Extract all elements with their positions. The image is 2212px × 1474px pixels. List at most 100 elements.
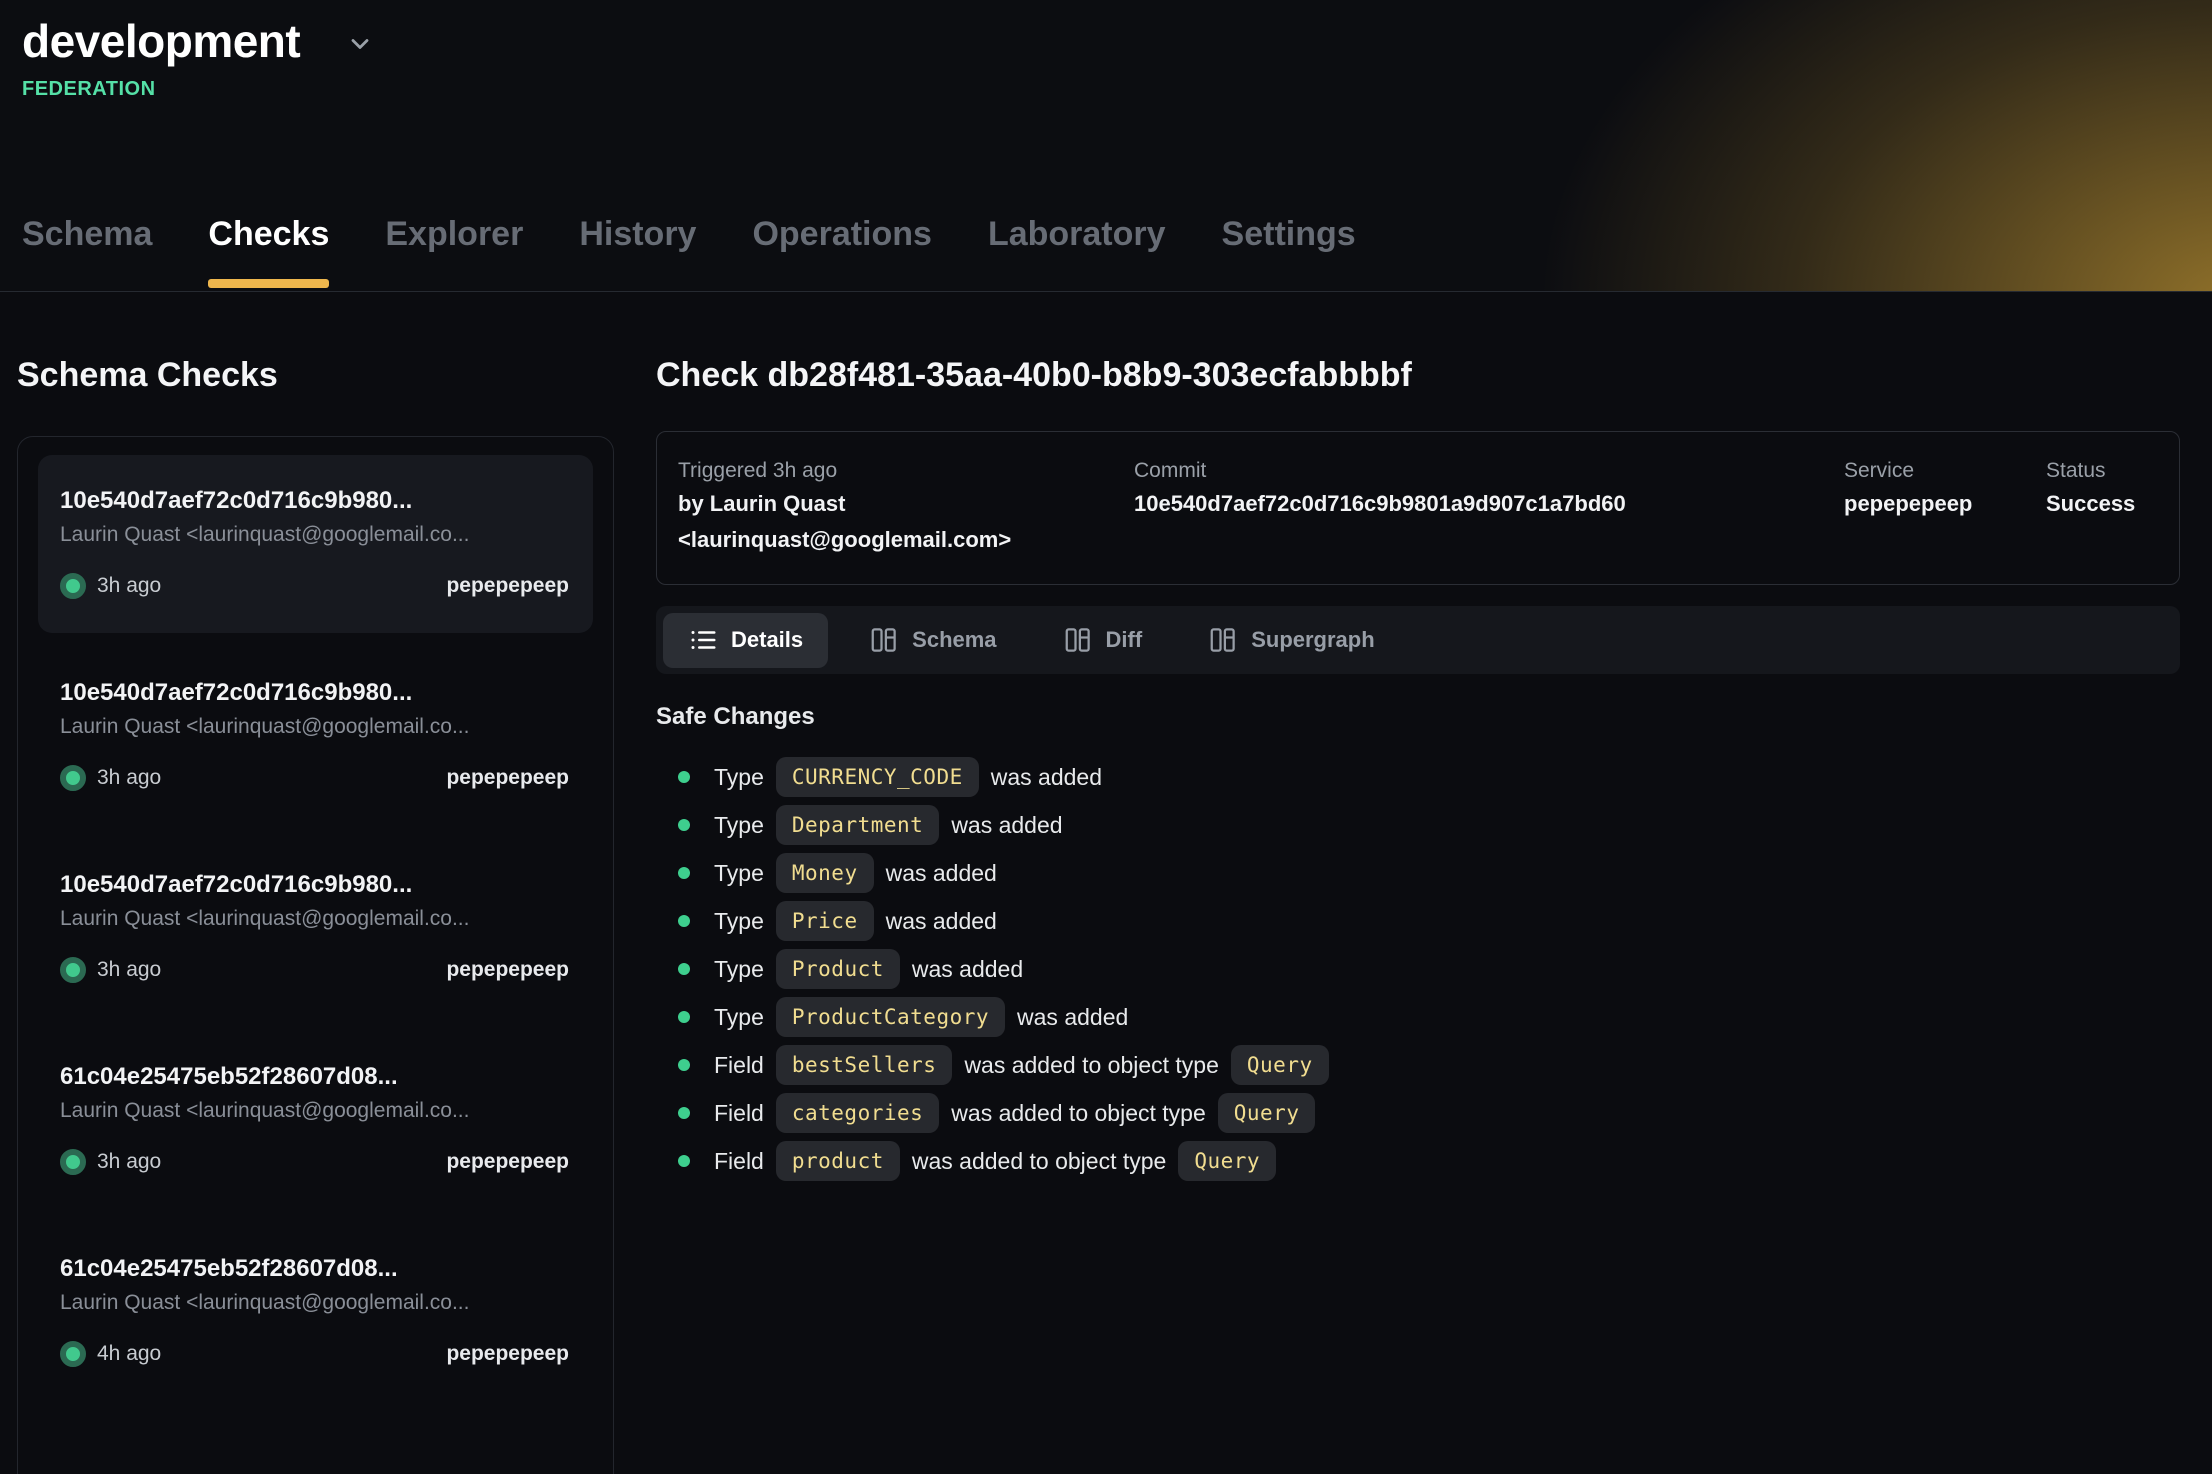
tab-laboratory[interactable]: Laboratory — [988, 214, 1166, 291]
checks-list: 10e540d7aef72c0d716c9b980... Laurin Quast… — [17, 436, 614, 1474]
change-row: Fieldproductwas added to object typeQuer… — [656, 1137, 2180, 1185]
meta-triggered-label: Triggered 3h ago — [678, 456, 1134, 486]
main-nav: Schema Checks Explorer History Operations Lab… — [22, 214, 2212, 291]
change-row: TypeProductCategorywas added — [656, 993, 2180, 1041]
change-code-badge: Money — [776, 853, 874, 893]
check-meta-box: Triggered 3h ago by Laurin Quast <laurin… — [656, 431, 2180, 585]
bullet-icon — [678, 1059, 690, 1071]
check-author: Laurin Quast <laurinquast@googlemail.co.… — [60, 907, 569, 931]
meta-commit: Commit 10e540d7aef72c0d716c9b9801a9d907c… — [1134, 456, 1844, 558]
check-time: 3h ago — [97, 1150, 161, 1174]
change-code-badge: Department — [776, 805, 939, 845]
detail-tab-schema[interactable]: Schema — [844, 613, 1021, 668]
check-service: pepepepeep — [446, 1342, 569, 1366]
chevron-down-icon — [346, 30, 374, 61]
change-code-badge: CURRENCY_CODE — [776, 757, 979, 797]
tab-checks[interactable]: Checks — [208, 214, 329, 291]
change-code-badge: product — [776, 1141, 900, 1181]
checks-sidebar: Schema Checks 10e540d7aef72c0d716c9b980.… — [17, 292, 614, 1474]
status-dot-icon — [60, 765, 86, 791]
check-time: 3h ago — [97, 766, 161, 790]
check-id: 10e540d7aef72c0d716c9b980... — [60, 487, 569, 515]
page-title: development — [22, 14, 300, 68]
changes-section-title: Safe Changes — [656, 703, 2180, 731]
change-code-badge: Price — [776, 901, 874, 941]
check-author: Laurin Quast <laurinquast@googlemail.co.… — [60, 523, 569, 547]
project-selector-button[interactable] — [346, 30, 374, 61]
change-text: was added to object type — [964, 1052, 1218, 1079]
change-row: Type Product was added — [656, 945, 2180, 993]
check-list-item[interactable]: 10e540d7aef72c0d716c9b980...Laurin Quast… — [38, 839, 593, 1017]
tab-label: History — [579, 215, 696, 253]
change-text: was added — [912, 956, 1023, 983]
meta-status-label: Status — [2046, 456, 2179, 486]
detail-tab-diff[interactable]: Diff — [1038, 613, 1168, 668]
check-meta-row: 4h agopepepepeep — [60, 1341, 569, 1367]
tab-history[interactable]: History — [579, 214, 696, 291]
change-text: Type — [714, 764, 764, 791]
detail-tab-details[interactable]: Details — [663, 613, 828, 668]
safe-changes-list: TypeCURRENCY_CODEwas addedTypeDepartment… — [656, 753, 2180, 1185]
bullet-icon — [678, 1011, 690, 1023]
detail-tab-supergraph[interactable]: Supergraph — [1183, 613, 1399, 668]
check-list-item[interactable]: 10e540d7aef72c0d716c9b980... Laurin Quast… — [38, 647, 593, 825]
detail-tab-label: Details — [731, 627, 803, 653]
detail-tabs: Details Schema Diff Supergraph — [656, 606, 2180, 674]
tab-label: Laboratory — [988, 215, 1166, 253]
status-dot-icon — [60, 1341, 86, 1367]
columns-icon — [1208, 625, 1238, 655]
bullet-icon — [678, 915, 690, 927]
change-text: Type — [714, 812, 764, 839]
check-author: Laurin Quast <laurinquast@googlemail.co.… — [60, 1291, 569, 1315]
change-text: was added to object type — [912, 1148, 1166, 1175]
tab-explorer[interactable]: Explorer — [385, 214, 523, 291]
check-meta-row: 3h ago pepepepeep — [60, 765, 569, 791]
check-list-item[interactable]: 61c04e25475eb52f28607d08...Laurin Quast … — [38, 1031, 593, 1209]
tab-label: Settings — [1222, 215, 1356, 253]
change-code-badge: categories — [776, 1093, 939, 1133]
change-text: Type — [714, 956, 764, 983]
tab-schema[interactable]: Schema — [22, 214, 152, 291]
columns-icon — [1063, 625, 1093, 655]
change-row: FieldbestSellerswas added to object type… — [656, 1041, 2180, 1089]
check-author: Laurin Quast <laurinquast@googlemail.co.… — [60, 715, 569, 739]
tab-label: Explorer — [385, 215, 523, 253]
check-time: 3h ago — [97, 958, 161, 982]
project-type-badge: FEDERATION — [22, 78, 2212, 101]
check-service: pepepepeep — [446, 958, 569, 982]
tab-settings[interactable]: Settings — [1222, 214, 1356, 291]
change-code-badge: Query — [1218, 1093, 1316, 1133]
check-id: 10e540d7aef72c0d716c9b980... — [60, 679, 569, 707]
change-text: Field — [714, 1052, 764, 1079]
detail-tab-label: Schema — [912, 627, 996, 653]
bullet-icon — [678, 819, 690, 831]
check-service: pepepepeep — [446, 574, 569, 598]
change-text: was added — [991, 764, 1102, 791]
meta-triggered-by: by Laurin Quast — [678, 486, 1134, 522]
bullet-icon — [678, 867, 690, 879]
check-author: Laurin Quast <laurinquast@googlemail.co.… — [60, 1099, 569, 1123]
check-list-item[interactable]: 61c04e25475eb52f28607d08...Laurin Quast … — [38, 1223, 593, 1401]
status-dot-icon — [60, 573, 86, 599]
change-text: Field — [714, 1100, 764, 1127]
sidebar-title: Schema Checks — [17, 356, 614, 395]
status-dot-icon — [60, 957, 86, 983]
check-service: pepepepeep — [446, 766, 569, 790]
project-title-row: development — [22, 14, 2212, 68]
change-row: TypePricewas added — [656, 897, 2180, 945]
check-time: 3h ago — [97, 574, 161, 598]
meta-service-label: Service — [1844, 456, 2046, 486]
change-text: was added — [951, 812, 1062, 839]
check-service: pepepepeep — [446, 1150, 569, 1174]
change-code-badge: Product — [776, 949, 900, 989]
check-list-item[interactable]: 10e540d7aef72c0d716c9b980... Laurin Quast… — [38, 455, 593, 633]
change-text: was added — [1017, 1004, 1128, 1031]
change-text: Type — [714, 908, 764, 935]
tab-operations[interactable]: Operations — [752, 214, 931, 291]
change-text: was added to object type — [951, 1100, 1205, 1127]
meta-service: Service pepepepeep — [1844, 456, 2046, 558]
change-text: was added — [886, 860, 997, 887]
detail-tab-label: Diff — [1106, 627, 1143, 653]
check-meta-row: 3h ago pepepepeep — [60, 957, 569, 983]
change-row: TypeMoneywas added — [656, 849, 2180, 897]
